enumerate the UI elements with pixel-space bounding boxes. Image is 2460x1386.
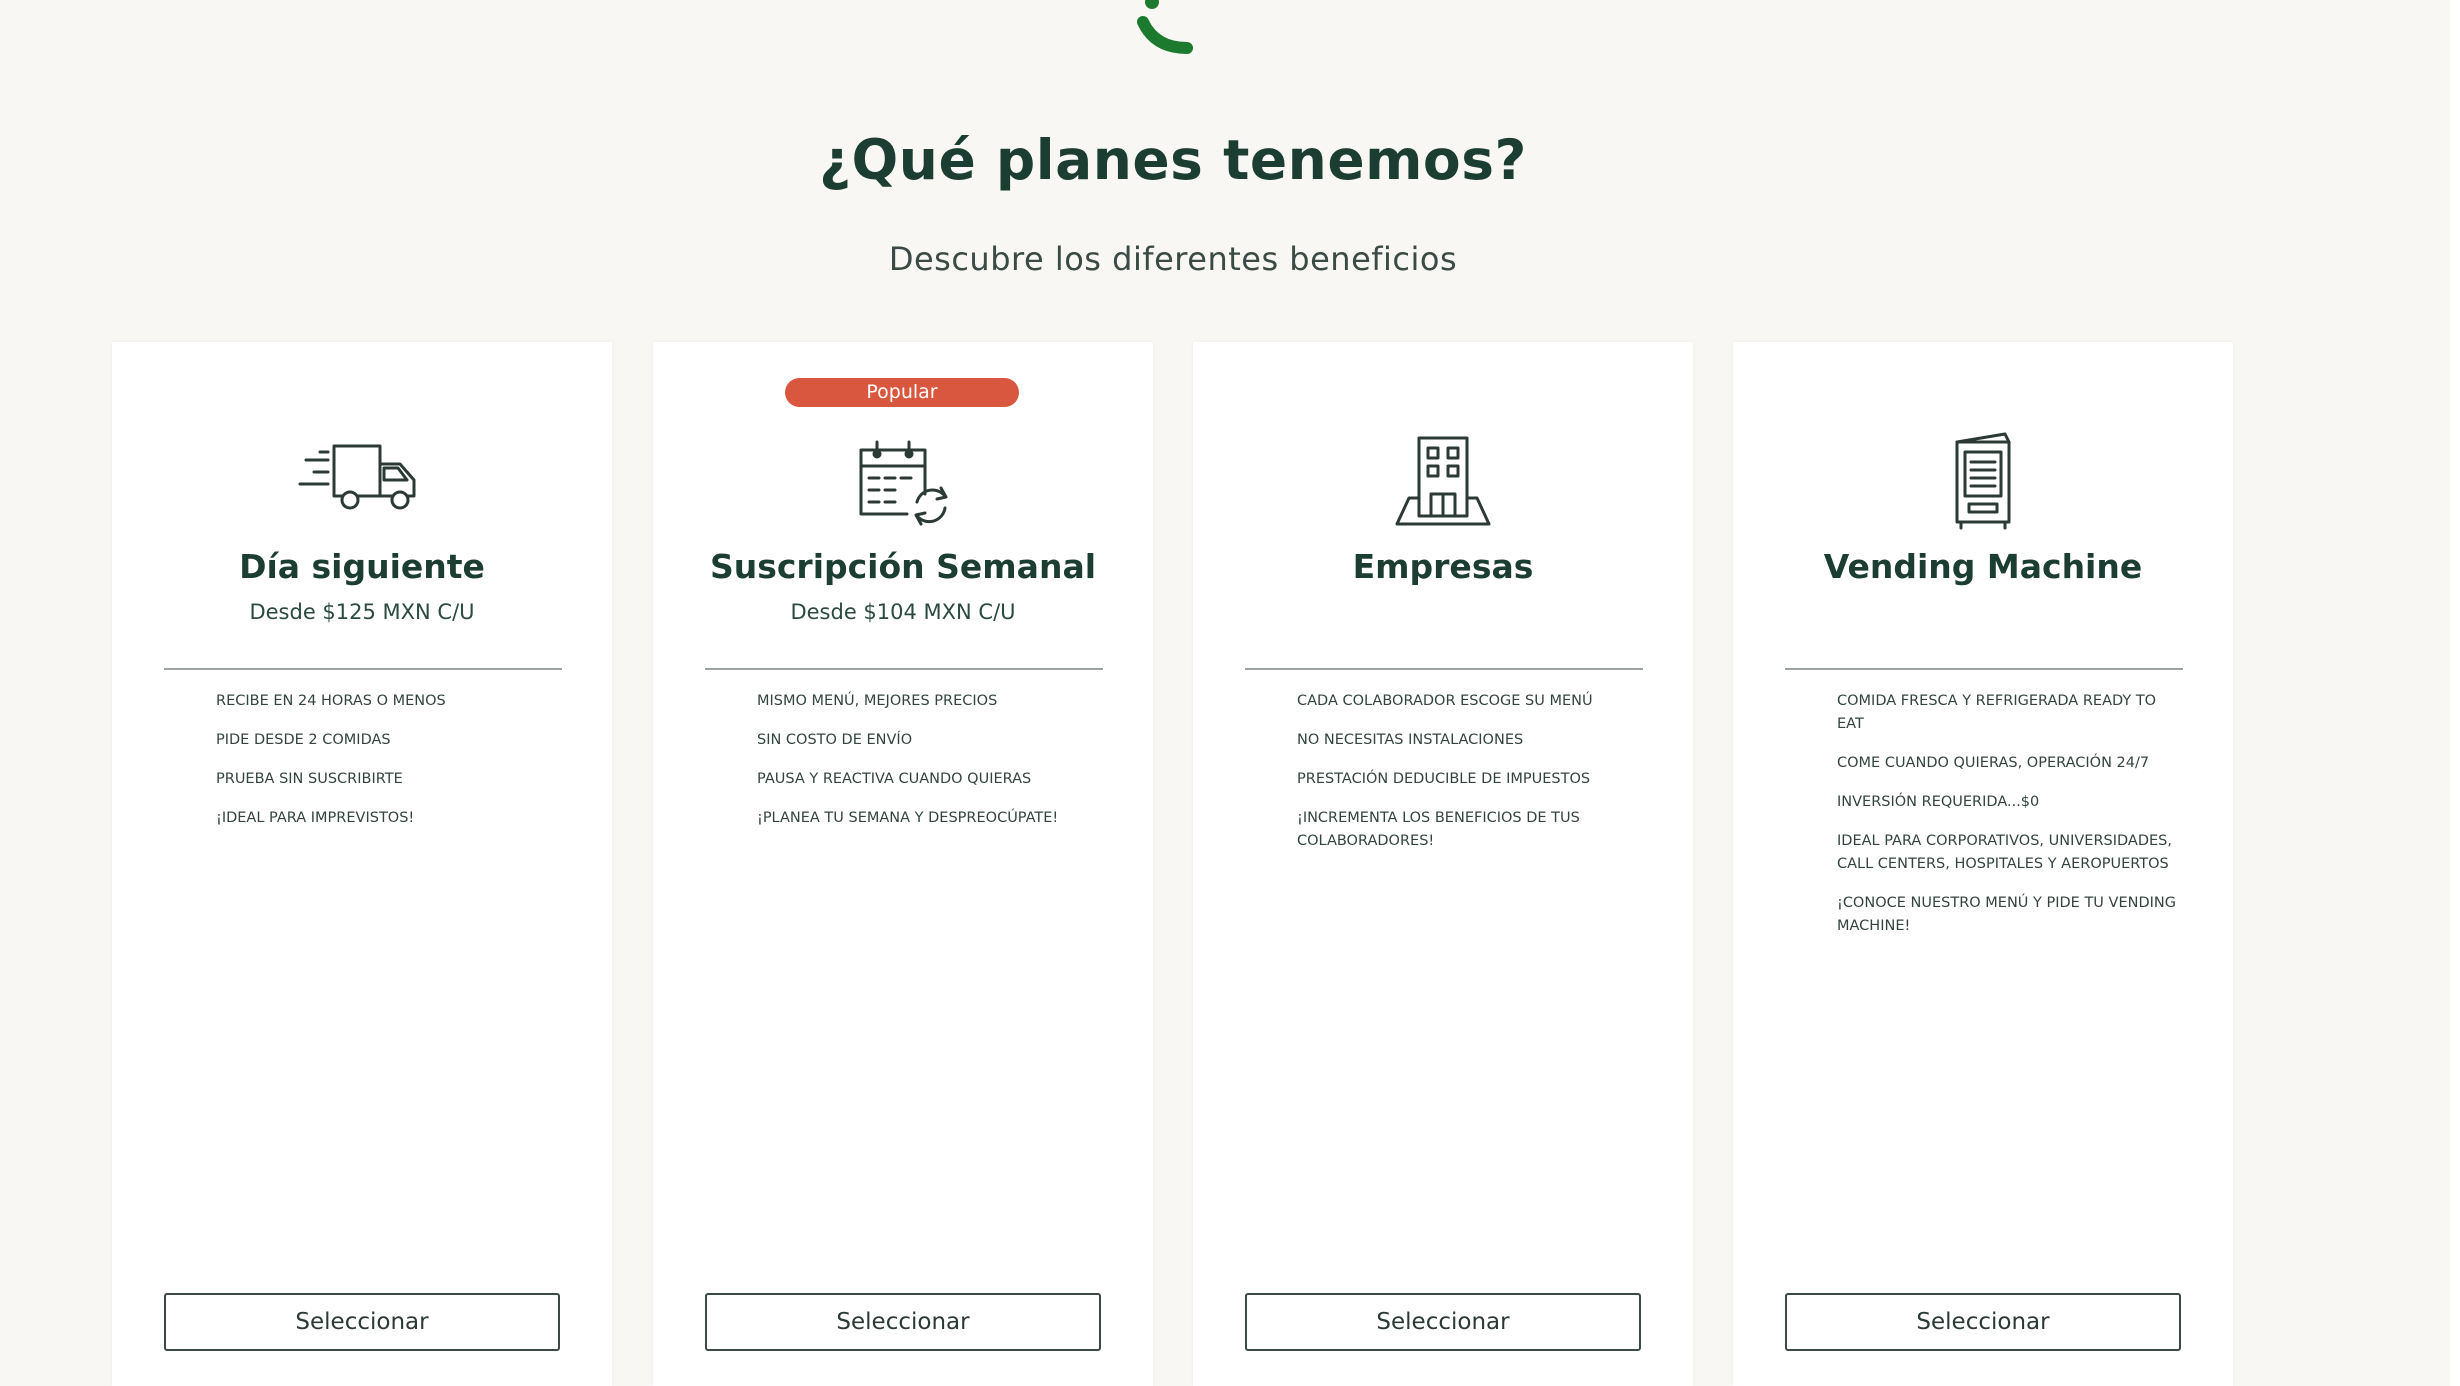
feature-item: Recibe en 24 horas o menos [216, 693, 446, 709]
plan-price: Desde $104 MXN C/U [790, 600, 1016, 624]
plan-name: Día siguiente [239, 547, 485, 586]
delivery-truck-icon [298, 444, 416, 510]
plan-card-empresas: Empresas Cada colaborador escoge su menú… [1193, 342, 1693, 1386]
feature-list: Mismo menú, mejores precios Sin costo de… [757, 690, 1097, 846]
vending-machine-icon [1955, 432, 2011, 530]
plan-card-dia-siguiente: Día siguiente Desde $125 MXN C/U Recibe … [112, 342, 612, 1386]
feature-item: Mismo menú, mejores precios [757, 693, 998, 709]
feature-item: ¡Planea tu semana y despreocúpate! [757, 810, 1059, 826]
plan-price: Desde $125 MXN C/U [249, 600, 475, 624]
feature-item: Pide desde 2 comidas [216, 732, 391, 748]
feature-item: Prueba sin suscribirte [216, 771, 403, 787]
brand-logo-icon [1137, 0, 1193, 54]
plan-name: Vending Machine [1823, 547, 2143, 586]
feature-list: Cada colaborador escoge su menú No neces… [1297, 690, 1637, 869]
plan-card-suscripcion-semanal: Popular Suscripción Semanal Desde $104 M… [653, 342, 1153, 1386]
select-button-vending-machine[interactable]: Seleccionar [1785, 1293, 2181, 1351]
feature-item: ¡Ideal para imprevistos! [216, 810, 415, 826]
page-edge [2450, 0, 2460, 1386]
feature-item: No necesitas instalaciones [1297, 732, 1524, 748]
office-building-icon [1395, 436, 1491, 526]
select-button-suscripcion-semanal[interactable]: Seleccionar [705, 1293, 1101, 1351]
feature-item: Pausa y reactiva cuando quieras [757, 771, 1032, 787]
card-divider [1785, 668, 2183, 670]
select-button-dia-siguiente[interactable]: Seleccionar [164, 1293, 560, 1351]
feature-item: Comida fresca y refrigerada ready to eat [1837, 693, 2157, 732]
feature-item: Cada colaborador escoge su menú [1297, 693, 1593, 709]
feature-item: Inversión requerida...$0 [1837, 794, 2040, 810]
section-subtitle: Descubre los diferentes beneficios [888, 240, 1458, 278]
feature-list: Comida fresca y refrigerada ready to eat… [1837, 690, 2177, 954]
plans-page: ¿Qué planes tenemos? Descubre los difere… [0, 0, 2460, 1386]
feature-item: Come cuando quieras, operación 24/7 [1837, 755, 2150, 771]
plan-name: Empresas [1352, 547, 1534, 586]
feature-list: Recibe en 24 horas o menos Pide desde 2 … [216, 690, 556, 846]
select-button-empresas[interactable]: Seleccionar [1245, 1293, 1641, 1351]
plan-name: Suscripción Semanal [709, 547, 1097, 586]
card-divider [164, 668, 562, 670]
feature-item: Ideal para corporativos, universidades, … [1837, 833, 2172, 872]
feature-item: ¡Conoce nuestro menú y pide tu vending m… [1837, 895, 2176, 934]
plan-card-vending-machine: Vending Machine Comida fresca y refriger… [1733, 342, 2233, 1386]
card-divider [705, 668, 1103, 670]
card-divider [1245, 668, 1643, 670]
feature-item: ¡Incrementa los beneficios de tus colabo… [1297, 810, 1580, 849]
feature-item: Prestación deducible de impuestos [1297, 771, 1591, 787]
section-title: ¿Qué planes tenemos? [819, 128, 1527, 192]
popular-badge: Popular [785, 378, 1019, 407]
feature-item: Sin costo de envío [757, 732, 913, 748]
calendar-refresh-icon [859, 440, 948, 526]
